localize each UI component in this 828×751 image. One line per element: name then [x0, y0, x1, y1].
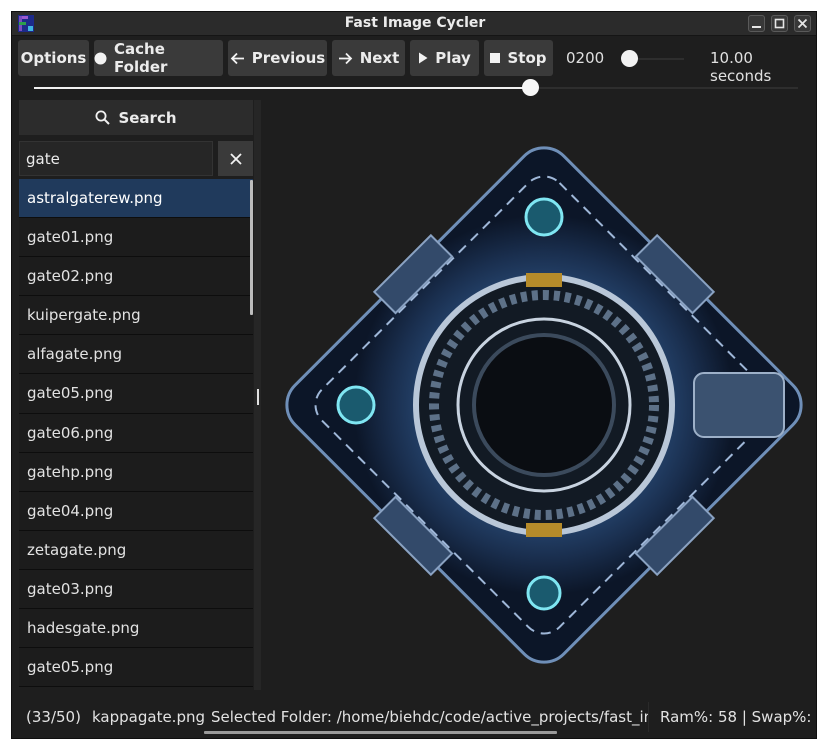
options-label: Options: [20, 49, 87, 67]
previous-button[interactable]: Previous: [228, 40, 327, 76]
interval-slider-handle[interactable]: [621, 50, 638, 67]
file-list[interactable]: astralgaterew.png gate01.png gate02.png kui…: [19, 179, 253, 690]
file-list-item[interactable]: gate04.png: [19, 491, 253, 531]
status-current-file: kappagate.png: [92, 708, 205, 726]
status-divider: [648, 702, 649, 732]
search-input[interactable]: [19, 141, 213, 176]
options-button[interactable]: Options: [18, 40, 89, 76]
file-list-item[interactable]: gatehp.png: [19, 452, 253, 492]
file-list-item[interactable]: kuipergate.png: [19, 296, 253, 336]
position-slider[interactable]: [34, 87, 798, 89]
cache-folder-label: Cache Folder: [114, 40, 168, 76]
search-icon: [95, 110, 111, 125]
clear-search-button[interactable]: [218, 141, 253, 176]
file-list-item[interactable]: alfagate.png: [19, 335, 253, 375]
image-counter: 0200: [566, 49, 605, 67]
close-window-button[interactable]: [794, 15, 811, 32]
next-button[interactable]: Next: [332, 40, 405, 76]
file-list-scrollbar[interactable]: [250, 180, 253, 315]
status-scrollbar[interactable]: [204, 731, 557, 734]
cache-folder-button[interactable]: Cache Folder: [94, 40, 223, 76]
search-label: Search: [118, 108, 177, 127]
file-list-item[interactable]: gate01.png: [19, 218, 253, 258]
title-bar[interactable]: Fast Image Cycler: [12, 12, 816, 36]
position-slider-fill: [34, 87, 531, 89]
maximize-button[interactable]: [771, 15, 788, 32]
status-selected-folder: Selected Folder: /home/biehdc/code/activ…: [211, 708, 648, 726]
file-list-item[interactable]: gate05.png: [19, 374, 253, 414]
play-icon: [419, 52, 428, 64]
window-title: Fast Image Cycler: [344, 15, 486, 31]
toolbar: Options Cache Folder Previous Next Play …: [18, 40, 812, 85]
stop-label: Stop: [507, 49, 547, 67]
file-list-item[interactable]: gate05.png: [19, 648, 253, 688]
status-bar: (33/50) kappagate.png Selected Folder: /…: [12, 702, 817, 738]
maximize-icon: [774, 18, 785, 29]
previous-label: Previous: [251, 49, 326, 67]
file-list-item[interactable]: gate02.png: [19, 257, 253, 297]
next-label: Next: [359, 49, 400, 67]
stop-icon: [490, 53, 501, 63]
file-list-item[interactable]: hadesgate.png: [19, 609, 253, 649]
file-list-item[interactable]: gate06.png: [19, 413, 253, 453]
minimize-button[interactable]: [748, 15, 765, 32]
status-position: (33/50): [26, 708, 81, 726]
image-preview: [285, 146, 803, 664]
play-label: Play: [435, 49, 471, 67]
arrow-right-icon: [338, 52, 352, 64]
status-folder-clip: Selected Folder: /home/biehdc/code/activ…: [211, 708, 648, 730]
play-button[interactable]: Play: [410, 40, 479, 76]
clear-icon: [229, 152, 242, 165]
file-list-item[interactable]: gate03.png: [19, 569, 253, 610]
circle-icon: [94, 52, 107, 64]
minimize-icon: [752, 26, 761, 28]
status-memory: Ram%: 58 | Swap%: 1: [660, 708, 817, 726]
interval-label: 10.00 seconds: [710, 49, 772, 85]
position-slider-handle[interactable]: [522, 79, 539, 96]
splitter-handle[interactable]: [257, 389, 259, 405]
close-icon: [797, 18, 808, 29]
arrow-left-icon: [230, 52, 244, 64]
stop-button[interactable]: Stop: [484, 40, 553, 76]
file-list-item[interactable]: zetagate.png: [19, 530, 253, 570]
app-window: Fast Image Cycler Options Cache Folder P…: [11, 11, 817, 739]
search-button[interactable]: Search: [19, 100, 253, 135]
file-list-item[interactable]: astralgaterew.png: [19, 179, 253, 219]
image-viewer: [261, 100, 816, 690]
